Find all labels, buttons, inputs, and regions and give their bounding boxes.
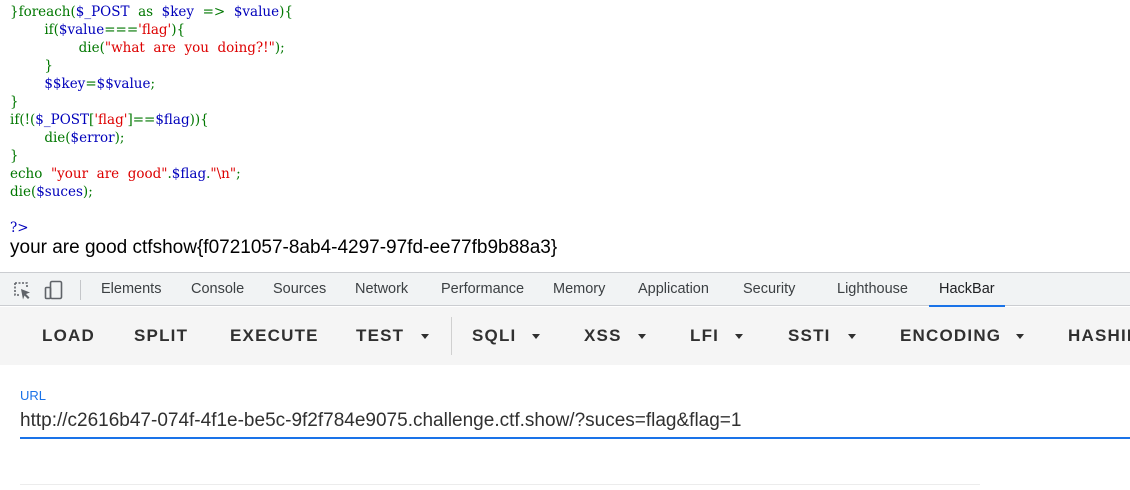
code-token: $value [58, 22, 105, 38]
tab-lighthouse[interactable]: Lighthouse [837, 273, 908, 306]
xss-dropdown-button[interactable]: XSS [584, 307, 622, 365]
code-token: die( [10, 184, 37, 200]
code-line: } [10, 57, 1120, 75]
code-token: "what are you doing?!" [104, 40, 275, 56]
hackbar-toolbar: LOAD SPLIT EXECUTE TEST SQLI XSS LFI SST… [0, 307, 1130, 365]
encoding-dropdown-button[interactable]: ENCODING [900, 307, 1001, 365]
code-line: ?> [10, 219, 1120, 237]
code-token: $_POST [35, 112, 90, 128]
chevron-down-icon [848, 334, 856, 339]
code-token: ); [114, 130, 125, 146]
code-token: ); [82, 184, 93, 200]
code-token: $key [161, 4, 195, 20]
code-token: as [129, 4, 162, 20]
code-token: if( [10, 22, 59, 38]
code-line: die("what are you doing?!"); [10, 39, 1120, 57]
code-token: 'flag' [94, 112, 128, 128]
tab-elements[interactable]: Elements [101, 273, 161, 306]
sqli-dropdown-button[interactable]: SQLI [472, 307, 516, 365]
tab-sources[interactable]: Sources [273, 273, 326, 306]
code-token: $_POST [75, 4, 130, 20]
inspect-element-icon[interactable] [12, 280, 32, 300]
code-token: 'flag' [138, 22, 172, 38]
ssti-dropdown-button[interactable]: SSTI [788, 307, 831, 365]
devtools-tab-bar: Elements Console Sources Network Perform… [0, 272, 1130, 307]
code-token: die( [10, 130, 71, 146]
code-token: echo [10, 166, 51, 182]
code-token: ){ [279, 4, 293, 20]
tab-application[interactable]: Application [638, 273, 709, 306]
tab-performance[interactable]: Performance [441, 273, 524, 306]
toolbar-divider [80, 280, 81, 300]
code-token: }foreach( [10, 4, 76, 20]
php-source-code: }foreach($_POST as $key => $value){ if($… [10, 3, 1120, 237]
code-token: ]== [127, 112, 156, 128]
execute-button[interactable]: EXECUTE [230, 307, 319, 365]
code-token: )){ [189, 112, 209, 128]
code-token: === [104, 22, 139, 38]
load-button[interactable]: LOAD [42, 307, 95, 365]
code-line: }foreach($_POST as $key => $value){ [10, 3, 1120, 21]
code-token: $error [70, 130, 115, 146]
code-token: "your are good" [50, 166, 168, 182]
code-line: } [10, 93, 1120, 111]
chevron-down-icon [638, 334, 646, 339]
hashing-dropdown-button[interactable]: HASHING [1068, 307, 1130, 365]
url-field-label: URL [20, 388, 47, 403]
code-token: $flag [171, 166, 207, 182]
page-output-text: your are good ctfshow{f0721057-8ab4-4297… [10, 237, 558, 258]
code-token: = [85, 76, 97, 92]
tab-security[interactable]: Security [743, 273, 795, 306]
chevron-down-icon [421, 334, 429, 339]
code-token: ){ [171, 22, 186, 38]
code-token: } [10, 58, 53, 74]
tab-network[interactable]: Network [355, 273, 408, 306]
code-token: $$key [10, 76, 86, 92]
split-button[interactable]: SPLIT [134, 307, 188, 365]
code-token: } [10, 148, 19, 164]
tab-console[interactable]: Console [191, 273, 244, 306]
code-token: ?> [10, 220, 29, 236]
code-token: die( [10, 40, 105, 56]
code-token: ); [274, 40, 285, 56]
code-token: $$value [96, 76, 151, 92]
code-token: $value [233, 4, 280, 20]
code-token: ; [150, 76, 156, 92]
code-token: $flag [155, 112, 190, 128]
code-line: $$key=$$value; [10, 75, 1120, 93]
code-line: } [10, 147, 1120, 165]
code-token: "\n" [210, 166, 237, 182]
device-toolbar-icon[interactable] [44, 280, 64, 300]
code-token: if(!( [10, 112, 36, 128]
url-field[interactable] [20, 405, 1130, 439]
code-line: echo "your are good".$flag."\n"; [10, 165, 1120, 183]
code-line: die($suces); [10, 183, 1120, 201]
code-token: => [194, 4, 234, 20]
code-line: if(!($_POST['flag']==$flag)){ [10, 111, 1120, 129]
code-token: $suces [36, 184, 83, 200]
code-token: ; [236, 166, 241, 182]
test-dropdown-button[interactable]: TEST [356, 307, 404, 365]
toolbar-divider [451, 317, 452, 355]
chevron-down-icon [735, 334, 743, 339]
chevron-down-icon [532, 334, 540, 339]
tab-hackbar[interactable]: HackBar [929, 273, 1005, 307]
chevron-down-icon [1016, 334, 1024, 339]
code-token: } [10, 94, 19, 110]
code-line: die($error); [10, 129, 1120, 147]
divider [20, 484, 980, 485]
tab-memory[interactable]: Memory [553, 273, 605, 306]
lfi-dropdown-button[interactable]: LFI [690, 307, 719, 365]
code-line: if($value==='flag'){ [10, 21, 1120, 39]
